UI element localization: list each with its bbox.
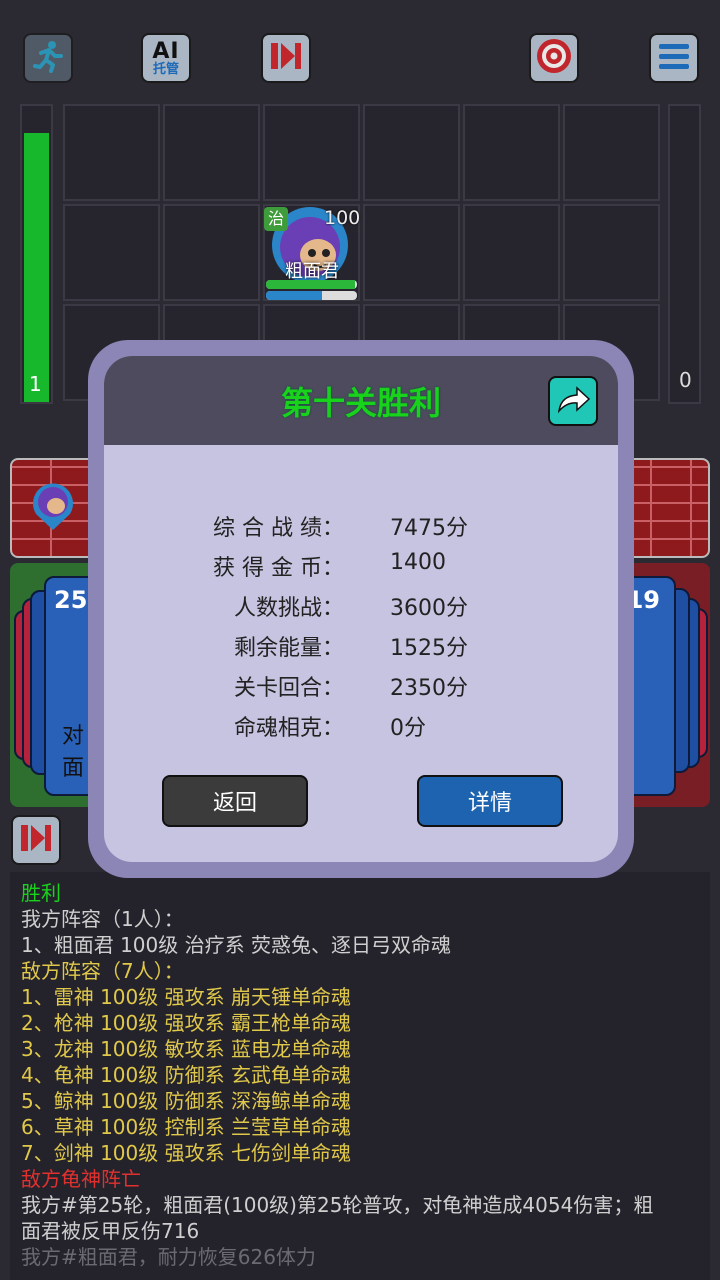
hero-mp-bar [266, 291, 357, 300]
log-line: 我方#第25轮，粗面君(100级)第25轮普攻，对龟神造成4054伤害；粗 [21, 1193, 654, 1217]
stat-label: 关卡回合： [233, 676, 344, 701]
ai-label: AI [152, 38, 180, 64]
running-man-icon [31, 39, 65, 77]
share-button[interactable] [548, 376, 598, 426]
menu-icon [657, 41, 691, 75]
stat-row: 获 得 金 币： 1400 [104, 550, 618, 590]
log-line: 敌方阵容（7人）： [21, 959, 184, 983]
log-line: 6、草神 100级 控制系 兰莹草单命魂 [21, 1115, 351, 1139]
left-card-text-2: 面 [62, 756, 85, 781]
auto-label: 托管 [152, 61, 179, 77]
battle-log[interactable]: 胜利 我方阵容（1人）： 1、粗面君 100级 治疗系 荧惑兔、逐日弓双命魂 敌方阵容… [10, 872, 710, 1280]
stat-label: 综 合 战 绩： [213, 516, 344, 541]
grid-cell[interactable] [163, 104, 260, 201]
stat-row: 人数挑战： 3600分 [104, 590, 618, 630]
stat-row: 命魂相克： 0分 [104, 710, 618, 750]
grid-cell[interactable] [363, 204, 460, 301]
skip-button[interactable] [261, 33, 311, 83]
grid-cell[interactable] [563, 104, 660, 201]
grid-cell[interactable] [563, 204, 660, 301]
grid-cell[interactable] [63, 104, 160, 201]
hero-unit[interactable]: 治 100 粗面君 [264, 205, 360, 301]
ai-auto-button[interactable]: AI 托管 [141, 33, 191, 83]
hero-mp-fill [266, 291, 323, 300]
stat-label: 人数挑战： [233, 596, 344, 621]
skip-forward-icon [269, 41, 303, 75]
detail-button[interactable]: 详情 [417, 775, 563, 827]
left-energy-bar: 1 [20, 104, 53, 404]
skip-forward-icon [19, 823, 53, 857]
share-arrow-icon [555, 384, 591, 418]
stat-row: 综 合 战 绩： 7475分 [104, 510, 618, 550]
hero-hp-bar [266, 280, 357, 289]
class-badge: 治 [264, 207, 288, 231]
stat-label: 剩余能量： [233, 636, 344, 661]
left-energy-fill [24, 132, 49, 402]
log-line: 我方#粗面君，耐力恢复626体力 [21, 1245, 316, 1269]
flee-button[interactable] [23, 33, 73, 83]
left-energy-value: 1 [29, 372, 42, 396]
stat-label: 获 得 金 币： [213, 556, 344, 581]
back-button[interactable]: 返回 [162, 775, 308, 827]
stat-value: 3600分 [390, 596, 468, 621]
left-deck-count: 25 [54, 586, 88, 614]
log-line: 4、龟神 100级 防御系 玄武龟单命魂 [21, 1063, 351, 1087]
log-line: 面君被反甲反伤716 [21, 1219, 200, 1243]
log-line: 1、粗面君 100级 治疗系 荧惑兔、逐日弓双命魂 [21, 933, 451, 957]
grid-cell[interactable] [263, 104, 360, 201]
bench-avatar[interactable] [30, 480, 76, 532]
log-line: 敌方龟神阵亡 [21, 1167, 141, 1191]
stat-label: 命魂相克： [233, 716, 344, 741]
modal-title: 第十关胜利 [280, 384, 441, 422]
hero-hp-fill [266, 280, 356, 289]
stat-value: 7475分 [390, 516, 468, 541]
log-line: 1、雷神 100级 强攻系 崩天锤单命魂 [21, 985, 351, 1009]
stat-value: 2350分 [390, 676, 468, 701]
stat-value: 1400 [390, 550, 446, 575]
stat-row: 关卡回合： 2350分 [104, 670, 618, 710]
right-energy-bar: 0 [668, 104, 701, 404]
log-line: 2、枪神 100级 强攻系 霸王枪单命魂 [21, 1011, 351, 1035]
log-line: 胜利 [21, 881, 61, 905]
stat-value: 1525分 [390, 636, 468, 661]
stat-row: 剩余能量： 1525分 [104, 630, 618, 670]
log-line: 3、龙神 100级 敏攻系 蓝电龙单命魂 [21, 1037, 351, 1061]
left-card-text-1: 对 [62, 724, 85, 749]
hero-level: 100 [324, 207, 361, 229]
grid-cell[interactable] [63, 204, 160, 301]
right-energy-value: 0 [679, 368, 692, 392]
target-button[interactable] [529, 33, 579, 83]
log-line: 5、鲸神 100级 防御系 深海鲸单命魂 [21, 1089, 351, 1113]
grid-cell[interactable] [463, 204, 560, 301]
log-line: 我方阵容（1人）： [21, 907, 184, 931]
skip-turn-button[interactable] [11, 815, 61, 865]
grid-cell[interactable] [163, 204, 260, 301]
stat-value: 0分 [390, 716, 426, 741]
grid-cell[interactable] [463, 104, 560, 201]
menu-button[interactable] [649, 33, 699, 83]
log-line: 7、剑神 100级 强攻系 七伤剑单命魂 [21, 1141, 351, 1165]
target-icon [535, 37, 573, 79]
modal-header: 第十关胜利 [104, 356, 618, 445]
grid-cell[interactable] [363, 104, 460, 201]
